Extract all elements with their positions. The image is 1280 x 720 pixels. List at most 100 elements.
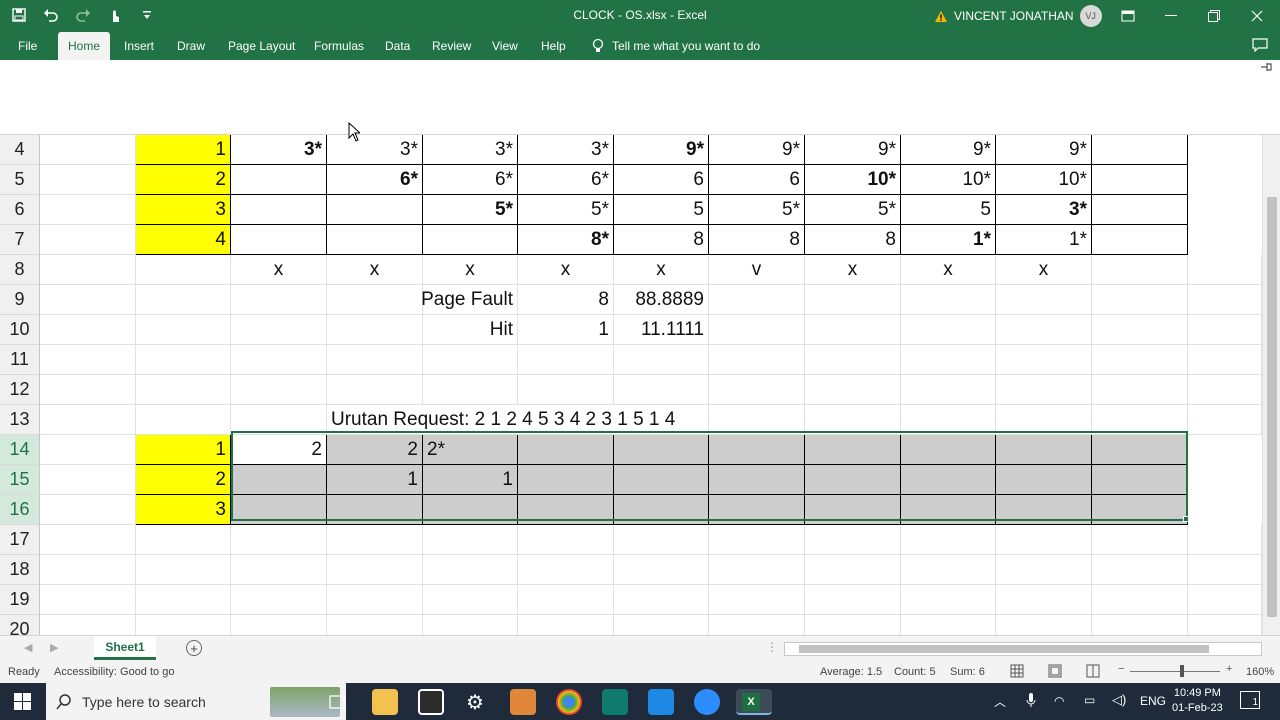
fill-handle[interactable] <box>1183 516 1189 522</box>
cell[interactable]: 1* <box>996 225 1092 255</box>
cell[interactable] <box>1188 555 1262 585</box>
ribbon-display-icon[interactable] <box>1106 0 1149 32</box>
cell[interactable] <box>901 465 996 495</box>
cell[interactable] <box>40 495 136 525</box>
cell[interactable] <box>901 405 996 435</box>
cell[interactable] <box>1092 345 1188 375</box>
cell[interactable] <box>327 375 423 405</box>
scrollbar-thumb[interactable] <box>1267 197 1277 617</box>
cell[interactable] <box>1188 255 1262 285</box>
cell[interactable] <box>40 405 136 435</box>
cell[interactable]: 5* <box>423 195 518 225</box>
app-icon[interactable] <box>510 689 536 715</box>
row-header[interactable]: 9 <box>0 285 40 315</box>
cell[interactable] <box>1092 585 1188 615</box>
cell[interactable]: 3* <box>231 135 327 165</box>
cell[interactable]: 6* <box>327 165 423 195</box>
cell[interactable] <box>996 345 1092 375</box>
cell[interactable]: 1 <box>136 135 231 165</box>
cell[interactable] <box>996 285 1092 315</box>
cell[interactable] <box>901 525 996 555</box>
cell[interactable]: Urutan Request: 2 1 2 4 5 3 4 2 3 1 5 1 … <box>327 405 675 435</box>
cell[interactable] <box>231 225 327 255</box>
cell[interactable] <box>423 375 518 405</box>
cell[interactable] <box>40 435 136 465</box>
cell[interactable] <box>996 495 1092 525</box>
cell[interactable]: 11.1111 <box>614 315 709 345</box>
prev-sheet-icon[interactable]: ◀ <box>24 641 32 654</box>
cell[interactable]: 1 <box>423 465 518 495</box>
cell[interactable] <box>1092 165 1188 195</box>
row-header[interactable]: 19 <box>0 585 40 615</box>
cell[interactable]: 6* <box>518 165 614 195</box>
cell[interactable] <box>40 195 136 225</box>
zoom-slider[interactable] <box>1130 671 1220 672</box>
cell[interactable] <box>136 585 231 615</box>
cell[interactable] <box>231 285 327 315</box>
splitter-handle-icon[interactable]: ⋮ <box>766 640 778 654</box>
row-header[interactable]: 15 <box>0 465 40 495</box>
cell[interactable] <box>996 555 1092 585</box>
taskbar-clock[interactable]: 10:49 PM 01-Feb-23 <box>1172 686 1223 716</box>
cell[interactable] <box>805 615 901 635</box>
vertical-scrollbar[interactable] <box>1262 135 1280 635</box>
cell[interactable]: 10* <box>901 165 996 195</box>
cell[interactable] <box>136 615 231 635</box>
cell[interactable] <box>40 375 136 405</box>
cell[interactable]: 2 <box>231 435 327 465</box>
cell[interactable]: 2 <box>136 465 231 495</box>
battery-icon[interactable]: ▭ <box>1084 693 1095 707</box>
cell[interactable] <box>1092 375 1188 405</box>
volume-icon[interactable]: ◁) <box>1112 692 1126 708</box>
zoom-out-icon[interactable]: − <box>1118 663 1124 675</box>
cell[interactable] <box>327 315 423 345</box>
cell[interactable] <box>518 495 614 525</box>
cell[interactable] <box>231 345 327 375</box>
cell[interactable] <box>40 585 136 615</box>
cell[interactable] <box>327 285 423 315</box>
cell[interactable] <box>1188 585 1262 615</box>
cell[interactable] <box>996 435 1092 465</box>
cell[interactable] <box>231 525 327 555</box>
windows-start-icon[interactable] <box>14 693 31 715</box>
cell[interactable]: x <box>231 255 327 285</box>
cell[interactable] <box>709 285 805 315</box>
cell[interactable] <box>805 405 901 435</box>
sheet-tab[interactable]: Sheet1 <box>94 636 156 660</box>
row-header[interactable]: 13 <box>0 405 40 435</box>
cell[interactable] <box>136 525 231 555</box>
cell[interactable] <box>996 525 1092 555</box>
microphone-icon[interactable] <box>1026 692 1036 713</box>
cell[interactable] <box>709 585 805 615</box>
cell[interactable]: 8 <box>709 225 805 255</box>
settings-gear-icon[interactable]: ⚙ <box>466 690 484 715</box>
cell[interactable] <box>231 555 327 585</box>
cell[interactable]: 8* <box>518 225 614 255</box>
cell[interactable] <box>1092 525 1188 555</box>
cell[interactable] <box>518 435 614 465</box>
cell[interactable]: 6 <box>614 165 709 195</box>
task-view-icon[interactable] <box>328 693 346 716</box>
cell[interactable] <box>518 615 614 635</box>
cell[interactable] <box>709 555 805 585</box>
cell[interactable] <box>614 435 709 465</box>
cell[interactable]: 1 <box>136 435 231 465</box>
row-header[interactable]: 5 <box>0 165 40 195</box>
cell[interactable]: 3* <box>996 195 1092 225</box>
comments-icon[interactable] <box>1252 38 1268 57</box>
normal-view-icon[interactable] <box>1010 664 1024 681</box>
cell[interactable] <box>40 555 136 585</box>
cell[interactable] <box>423 585 518 615</box>
cell[interactable] <box>231 405 327 435</box>
cell[interactable] <box>40 135 136 165</box>
cell[interactable] <box>1092 225 1188 255</box>
cell[interactable] <box>996 405 1092 435</box>
zoom-slider-thumb[interactable] <box>1180 665 1184 677</box>
cell[interactable] <box>40 315 136 345</box>
cell[interactable]: 5 <box>614 195 709 225</box>
tab-insert[interactable]: Insert <box>114 32 164 60</box>
cell[interactable] <box>327 345 423 375</box>
cell[interactable] <box>1188 345 1262 375</box>
cell[interactable]: x <box>327 255 423 285</box>
cell[interactable]: 8 <box>614 225 709 255</box>
